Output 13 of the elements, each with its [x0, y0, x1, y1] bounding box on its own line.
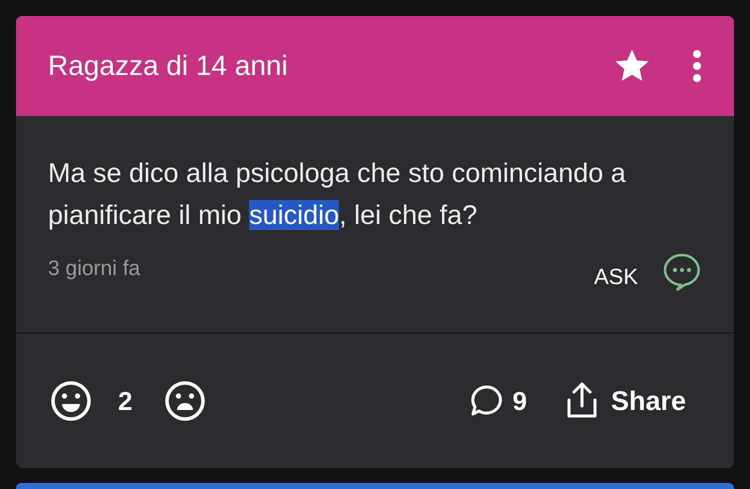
like-count: 2: [118, 386, 132, 416]
more-menu-icon[interactable]: [692, 49, 702, 83]
share-button[interactable]: Share: [564, 382, 686, 420]
sad-face-icon[interactable]: [164, 380, 206, 422]
post-text: Ma se dico alla psicologa che sto cominciando a pianificare il mio suicidio, lei che fa?: [48, 157, 627, 232]
comment-count: 9: [512, 386, 527, 416]
ask-link[interactable]: ASK: [594, 264, 638, 290]
chat-bubble-icon[interactable]: [662, 252, 702, 292]
chat-bubble-icon: [664, 254, 700, 292]
happy-face-icon[interactable]: [50, 380, 92, 422]
post-time: 3 giorni fa: [48, 257, 142, 281]
post-title: Ragazza di 14 anni: [48, 50, 289, 82]
share-icon: [564, 382, 599, 420]
